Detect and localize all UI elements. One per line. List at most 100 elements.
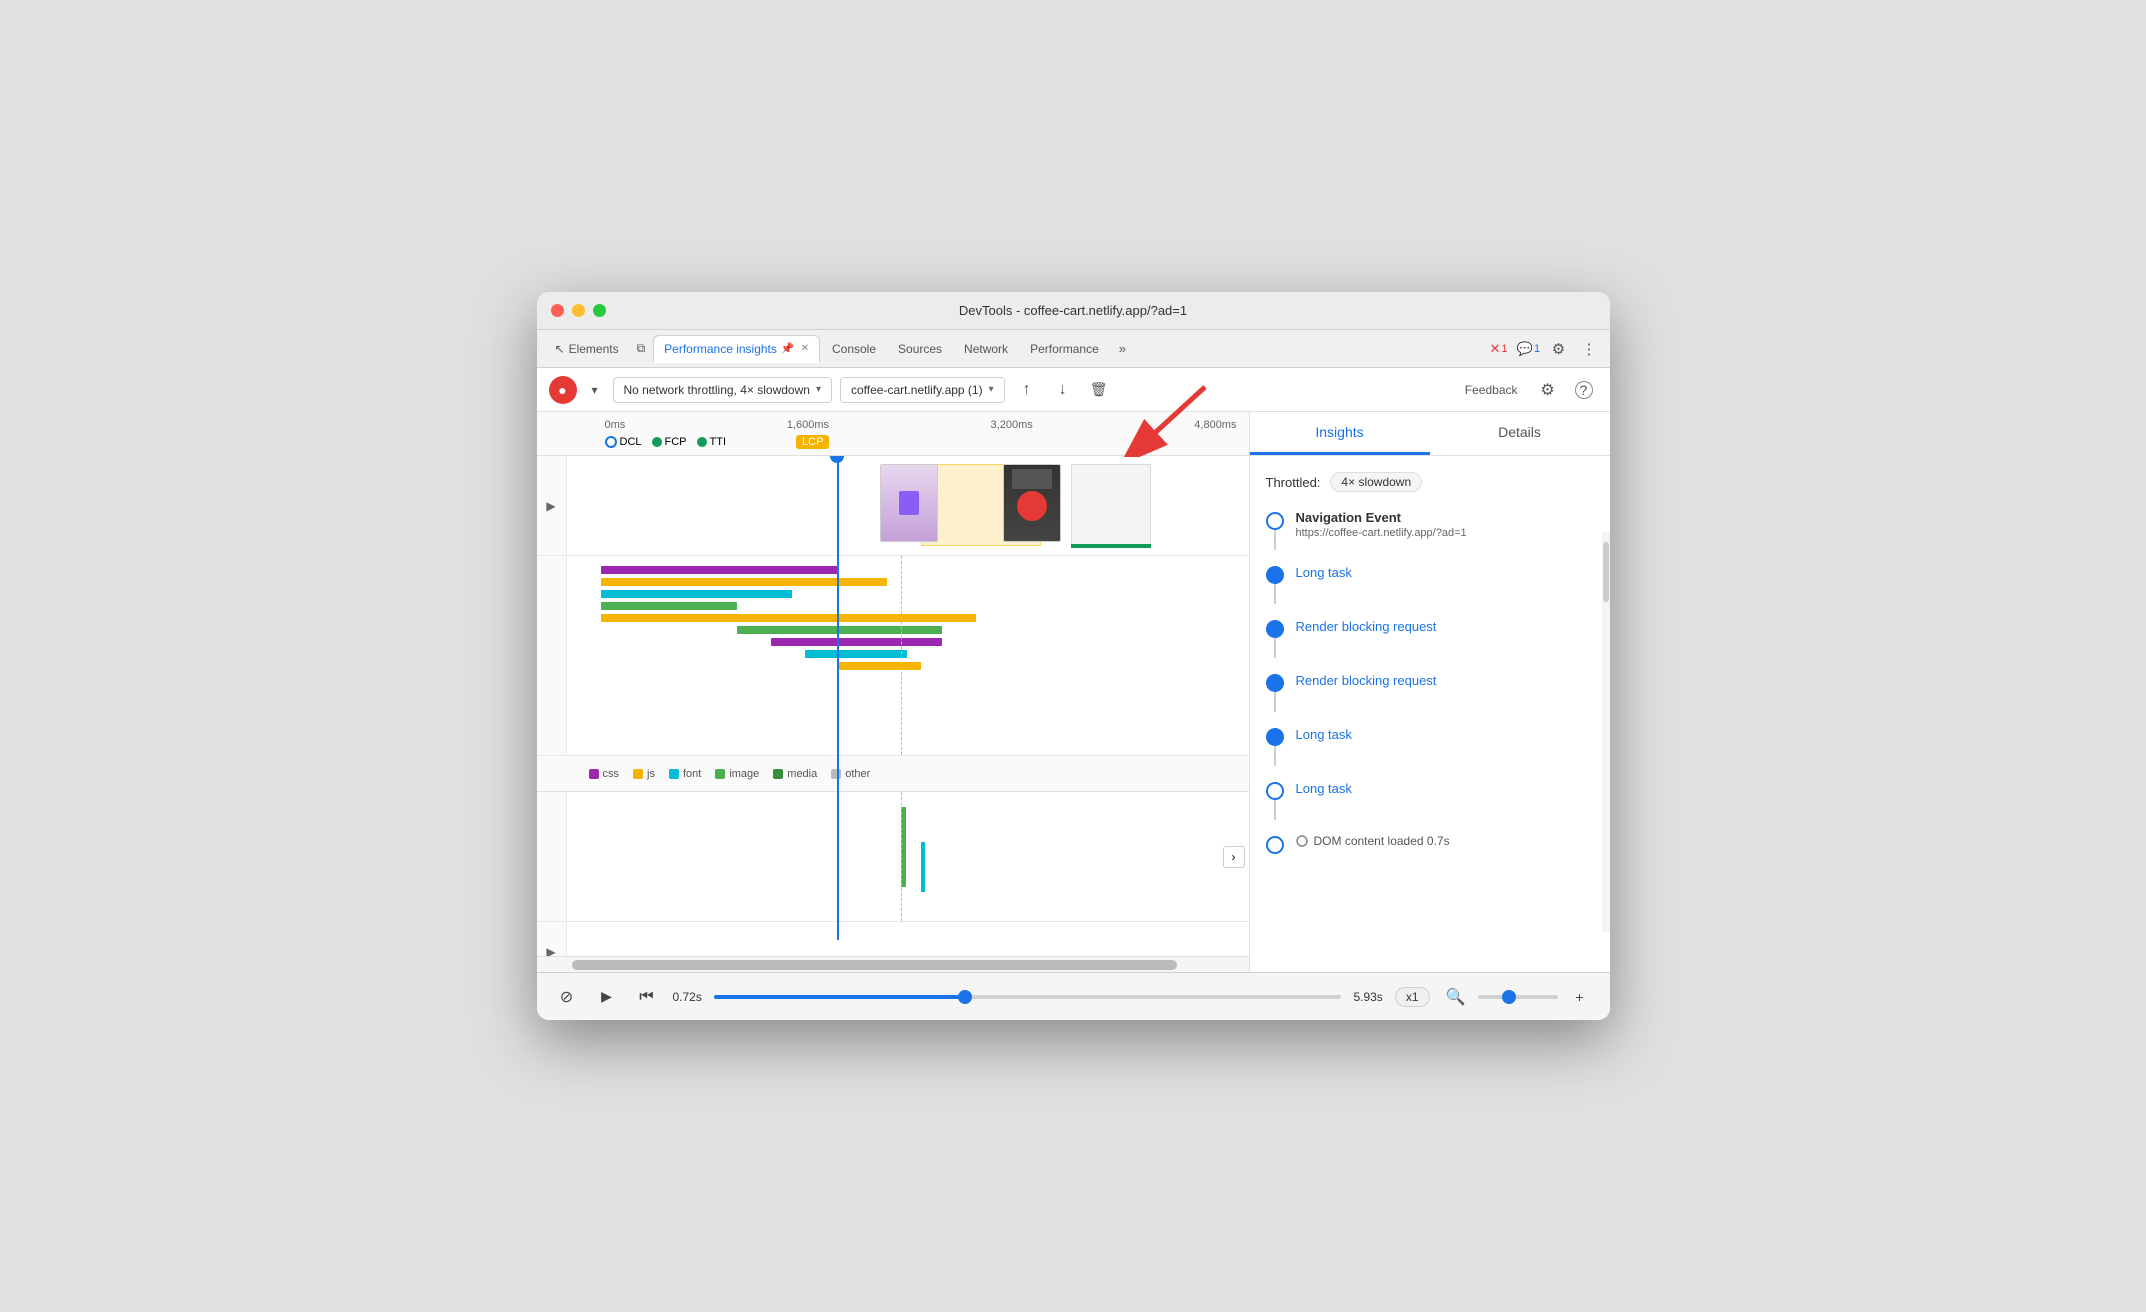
insights-content[interactable]: Throttled: 4× slowdown Navigation Event … [1250, 456, 1610, 972]
js-bar-3 [839, 662, 921, 670]
image-legend-dot [715, 769, 725, 779]
export-button[interactable]: ↑ [1013, 376, 1041, 404]
dom-loaded-label: DOM content loaded 0.7s [1314, 834, 1450, 848]
css-legend-dot [589, 769, 599, 779]
timeline-scrollbar[interactable] [537, 956, 1249, 972]
tab-elements[interactable]: ↖ Elements [545, 336, 629, 362]
throttling-selector[interactable]: No network throttling, 4× slowdown ▾ [613, 377, 832, 403]
more-tabs-button[interactable]: » [1111, 337, 1134, 360]
chevron-down-icon: ▾ [816, 384, 821, 395]
timeline-panel: 0ms 1,600ms 3,200ms 4,800ms DCL [537, 412, 1250, 972]
legend-items: css js font [589, 768, 871, 780]
tab-insights[interactable]: Insights [1250, 412, 1430, 455]
inspect-icon-btn[interactable]: ⧉ [631, 337, 652, 360]
tab-details[interactable]: Details [1430, 412, 1610, 455]
lt3-line [1274, 800, 1276, 820]
zoom-slider-thumb[interactable] [1502, 990, 1516, 1004]
lt1-line [1274, 584, 1276, 604]
media-legend-dot [773, 769, 783, 779]
tab-bar: ↖ Elements ⧉ Performance insights 📌 ✕ Co… [537, 330, 1610, 368]
gear-icon2: ⚙ [1540, 380, 1554, 400]
question-icon: ? [1575, 381, 1593, 399]
insights-scroll-thumb[interactable] [1603, 542, 1609, 602]
message-count-button[interactable]: 💬 1 [1516, 336, 1542, 362]
zoom-slider[interactable] [1478, 995, 1558, 999]
cursor-icon: ↖ [555, 342, 565, 356]
tab-performance-insights[interactable]: Performance insights 📌 ✕ [653, 335, 820, 363]
rbr-1-entry: Render blocking request [1266, 616, 1594, 658]
scrollbar-thumb[interactable] [572, 960, 1177, 970]
dom-loaded-entry: DOM content loaded 0.7s [1266, 832, 1594, 854]
layers-icon: ⧉ [637, 341, 646, 356]
timeline-body[interactable]: ▶ [537, 456, 1249, 956]
settings-button[interactable]: ⚙ [1546, 336, 1572, 362]
cpu-expand-icon[interactable]: ▶ [546, 945, 555, 956]
screenshots-content [567, 456, 1249, 555]
render-blocking-1-link[interactable]: Render blocking request [1296, 619, 1437, 634]
insights-scrollbar[interactable] [1602, 532, 1610, 932]
cyan-resource-bar [921, 842, 925, 892]
long-task-1-entry: Long task [1266, 562, 1594, 604]
time-scrubber-thumb[interactable] [958, 990, 972, 1004]
nav-body: Navigation Event https://coffee-cart.net… [1296, 508, 1594, 550]
time-start-label: 0.72s [673, 990, 702, 1004]
screenshots-row: ▶ [537, 456, 1249, 556]
close-button[interactable] [551, 304, 564, 317]
lcp-milestone: LCP [796, 435, 829, 449]
settings-icon-button[interactable]: ⚙ [1534, 376, 1562, 404]
long-task-3-entry: Long task [1266, 778, 1594, 820]
long-task-2-link[interactable]: Long task [1296, 727, 1352, 742]
minimize-button[interactable] [572, 304, 585, 317]
long-task-3-link[interactable]: Long task [1296, 781, 1352, 796]
panel-collapse-btn[interactable]: › [1223, 846, 1245, 868]
tab-console[interactable]: Console [822, 336, 886, 362]
row-collapse-btn[interactable]: ▶ [537, 456, 567, 555]
skip-start-button[interactable]: ⏮ [633, 983, 661, 1011]
url-selector[interactable]: coffee-cart.netlify.app (1) ▾ [840, 377, 1005, 403]
skip-start-icon: ⏮ [639, 988, 653, 1006]
dashed-line-details [901, 792, 902, 921]
delete-button[interactable]: 🗑 [1085, 376, 1113, 404]
tab-network[interactable]: Network [954, 336, 1018, 362]
maximize-button[interactable] [593, 304, 606, 317]
play-button[interactable]: ▶ [593, 983, 621, 1011]
no-record-icon: ⊘ [560, 987, 573, 1007]
import-button[interactable]: ↓ [1049, 376, 1077, 404]
tab-performance[interactable]: Performance [1020, 336, 1109, 362]
legend-row: css js font [537, 756, 1249, 792]
timeline-header: 0ms 1,600ms 3,200ms 4,800ms DCL [537, 412, 1249, 456]
feedback-link[interactable]: Feedback [1465, 383, 1518, 397]
record-icon: ● [558, 382, 566, 398]
zoom-in-icon: + [1575, 989, 1583, 1005]
lt2-line [1274, 746, 1276, 766]
image-legend-label: image [729, 768, 759, 780]
record-dropdown-button[interactable]: ▾ [585, 376, 605, 404]
details-gutter [537, 792, 567, 921]
zoom-out-button[interactable]: 🔍 [1442, 983, 1470, 1011]
time-scrubber[interactable] [714, 995, 1342, 999]
traffic-lights [551, 304, 606, 317]
network-row-gutter [537, 556, 567, 755]
dcl-milestone: DCL [605, 436, 642, 448]
help-button[interactable]: ? [1570, 376, 1598, 404]
no-record-button[interactable]: ⊘ [553, 983, 581, 1011]
dropdown-chevron-icon: ▾ [591, 383, 597, 397]
dom-indicator [1266, 832, 1284, 854]
record-button[interactable]: ● [549, 376, 577, 404]
network-row [537, 556, 1249, 756]
rbr1-indicator [1266, 616, 1284, 658]
tab-sources[interactable]: Sources [888, 336, 952, 362]
error-count-button[interactable]: ✕ 1 [1486, 336, 1512, 362]
render-blocking-2-link[interactable]: Render blocking request [1296, 673, 1437, 688]
time-marker-3: 4,800ms [1194, 419, 1236, 431]
lcp-badge: LCP [796, 435, 829, 449]
long-task-1-link[interactable]: Long task [1296, 565, 1352, 580]
zoom-in-button[interactable]: + [1566, 983, 1594, 1011]
more-options-button[interactable]: ⋮ [1576, 336, 1602, 362]
lt2-circle [1266, 728, 1284, 746]
cpu-row: ▶ [537, 922, 1249, 956]
screenshot-thumb-1 [880, 464, 938, 542]
lt3-circle [1266, 782, 1284, 800]
tab-close-icon[interactable]: ✕ [801, 343, 809, 354]
bottom-bar: ⊘ ▶ ⏮ 0.72s 5.93s x1 🔍 [537, 972, 1610, 1020]
